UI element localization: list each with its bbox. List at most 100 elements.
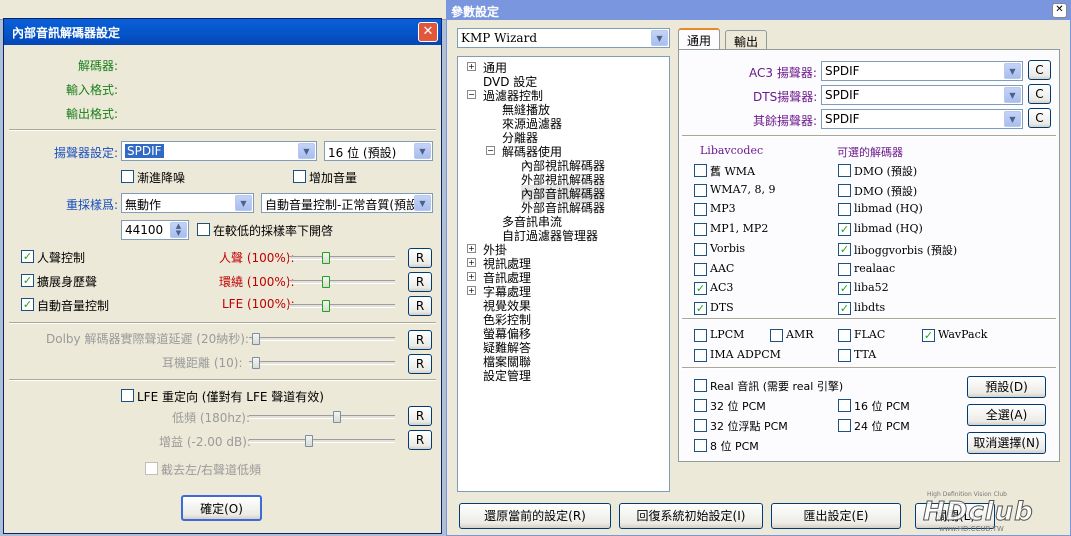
- restore-settings-button[interactable]: 還原當前的設定(R): [459, 503, 611, 529]
- codec-checkbox[interactable]: [694, 262, 707, 276]
- pcm16-checkbox[interactable]: [838, 399, 851, 412]
- voice-reset-button[interactable]: R: [408, 248, 432, 268]
- spinner-arrows-icon[interactable]: ▲ ▼: [170, 222, 187, 238]
- surround-slider[interactable]: [289, 276, 395, 288]
- close-icon[interactable]: ✕: [418, 22, 438, 42]
- other-config-button[interactable]: C: [1028, 108, 1051, 128]
- codec-checkbox[interactable]: [694, 183, 707, 197]
- codec-label: MP1, MP2: [710, 222, 769, 236]
- codec-checkbox[interactable]: ✓: [694, 282, 707, 296]
- tree-item[interactable]: 自訂過濾器管理器: [502, 227, 598, 244]
- codec-checkbox[interactable]: [838, 262, 851, 276]
- other-speaker-select[interactable]: SPDIF ▼: [821, 109, 1023, 129]
- lpcm-checkbox[interactable]: [694, 329, 707, 342]
- auto-vol-ctrl-checkbox[interactable]: ✓: [21, 298, 34, 311]
- bits-select[interactable]: 16 位 (預設) ▼: [324, 141, 433, 161]
- dolby-reset-button[interactable]: R: [408, 330, 432, 350]
- lfe-reset-button[interactable]: R: [408, 296, 432, 316]
- tab-output[interactable]: 輸出: [725, 30, 768, 50]
- gain-slider[interactable]: [249, 435, 395, 447]
- voice-slider[interactable]: [289, 252, 395, 264]
- codec-checkbox[interactable]: [694, 164, 707, 177]
- separator: [682, 318, 1056, 320]
- export-settings-button[interactable]: 匯出設定(E): [771, 503, 901, 529]
- slider-thumb[interactable]: [333, 411, 341, 423]
- slider-thumb[interactable]: [252, 333, 260, 345]
- wavpack-checkbox[interactable]: ✓: [922, 329, 935, 342]
- dolby-delay-slider[interactable]: [249, 333, 395, 345]
- collapse-icon[interactable]: −: [467, 90, 476, 99]
- codec-checkbox[interactable]: ✓: [838, 282, 851, 296]
- resample-select[interactable]: 無動作 ▼: [121, 193, 254, 213]
- ext-sound-checkbox[interactable]: ✓: [21, 274, 34, 287]
- expand-icon[interactable]: +: [467, 258, 476, 267]
- ok-button[interactable]: 確定(O): [181, 495, 262, 521]
- codec-checkbox[interactable]: ✓: [694, 301, 707, 315]
- codec-checkbox[interactable]: [694, 242, 707, 256]
- codec-checkbox[interactable]: ✓: [838, 223, 851, 237]
- cut-lr-checkbox[interactable]: [145, 462, 158, 475]
- gradual-denoise-checkbox[interactable]: [121, 170, 134, 183]
- codec-checkbox[interactable]: [694, 223, 707, 237]
- pcm24-checkbox[interactable]: [838, 419, 851, 432]
- codec-checkbox[interactable]: ✓: [838, 301, 851, 315]
- tree-item[interactable]: 設定管理: [483, 367, 531, 384]
- dts-label: DTS揚聲器:: [753, 90, 818, 104]
- real-audio-checkbox[interactable]: [694, 379, 707, 392]
- surround-reset-button[interactable]: R: [408, 272, 432, 292]
- lfe-slider[interactable]: [289, 300, 395, 312]
- reset-defaults-button[interactable]: 回復系統初始設定(I): [619, 503, 763, 529]
- preferences-titlebar[interactable]: 參數設定 ✕: [447, 1, 1070, 20]
- speaker-select[interactable]: SPDIF ▼: [121, 141, 317, 161]
- expand-icon[interactable]: +: [467, 272, 476, 281]
- preset-select[interactable]: KMP Wizard ▼: [457, 28, 670, 48]
- dts-config-button[interactable]: C: [1028, 84, 1051, 104]
- codec-label: liba52: [854, 281, 889, 295]
- expand-icon[interactable]: +: [467, 62, 476, 71]
- pcm32f-checkbox[interactable]: [694, 419, 707, 432]
- slider-thumb[interactable]: [322, 252, 330, 264]
- ac3-select[interactable]: SPDIF ▼: [821, 61, 1023, 81]
- collapse-icon[interactable]: −: [486, 146, 495, 155]
- voice-control-checkbox[interactable]: ✓: [21, 250, 34, 263]
- deselect-button[interactable]: 取消選擇(N): [967, 432, 1046, 454]
- real-audio-label: Real 音訊 (需要 real 引擎): [710, 380, 844, 393]
- dialog-titlebar[interactable]: 內部音訊解碼器設定 ✕: [4, 19, 441, 45]
- ac3-config-button[interactable]: C: [1028, 60, 1051, 80]
- pcm8-checkbox[interactable]: [694, 439, 707, 452]
- low-freq-slider[interactable]: [249, 411, 395, 423]
- gain-reset-button[interactable]: R: [408, 430, 432, 450]
- low-rate-checkbox[interactable]: [197, 223, 210, 236]
- slider-thumb[interactable]: [305, 435, 313, 447]
- tab-general[interactable]: 通用: [678, 28, 721, 50]
- codec-checkbox[interactable]: [694, 203, 707, 217]
- dts-select[interactable]: SPDIF ▼: [821, 85, 1023, 105]
- pcm32-checkbox[interactable]: [694, 399, 707, 412]
- slider-thumb[interactable]: [252, 357, 260, 369]
- amr-checkbox[interactable]: [770, 329, 783, 342]
- lfe-redirect-checkbox[interactable]: [121, 389, 134, 402]
- default-button[interactable]: 預設(D): [967, 376, 1046, 398]
- ima-adpcm-checkbox[interactable]: [694, 349, 707, 362]
- slider-thumb[interactable]: [322, 300, 330, 312]
- auto-volume-select[interactable]: 自動音量控制-正常音質(預設) ▼: [261, 193, 433, 213]
- headphone-slider[interactable]: [249, 357, 395, 369]
- expand-icon[interactable]: +: [467, 244, 476, 253]
- codec-checkbox[interactable]: [838, 164, 851, 177]
- codec-checkbox[interactable]: [838, 203, 851, 217]
- tta-checkbox[interactable]: [838, 349, 851, 362]
- sample-rate-spinner[interactable]: 44100 ▲ ▼: [121, 220, 189, 240]
- increase-volume-checkbox[interactable]: [293, 170, 306, 183]
- slider-thumb[interactable]: [322, 276, 330, 288]
- codec-checkbox[interactable]: [838, 183, 851, 197]
- codec-label: AAC: [710, 261, 735, 275]
- select-all-button[interactable]: 全選(A): [967, 404, 1046, 426]
- pcm16-label: 16 位 PCM: [854, 400, 910, 413]
- codec-checkbox[interactable]: ✓: [838, 242, 851, 256]
- flac-checkbox[interactable]: [838, 329, 851, 342]
- low-freq-reset-button[interactable]: R: [408, 406, 432, 426]
- codec-label: libmad (HQ): [854, 202, 923, 216]
- close-icon[interactable]: ✕: [1052, 3, 1067, 18]
- expand-icon[interactable]: +: [467, 286, 476, 295]
- headphone-reset-button[interactable]: R: [408, 354, 432, 374]
